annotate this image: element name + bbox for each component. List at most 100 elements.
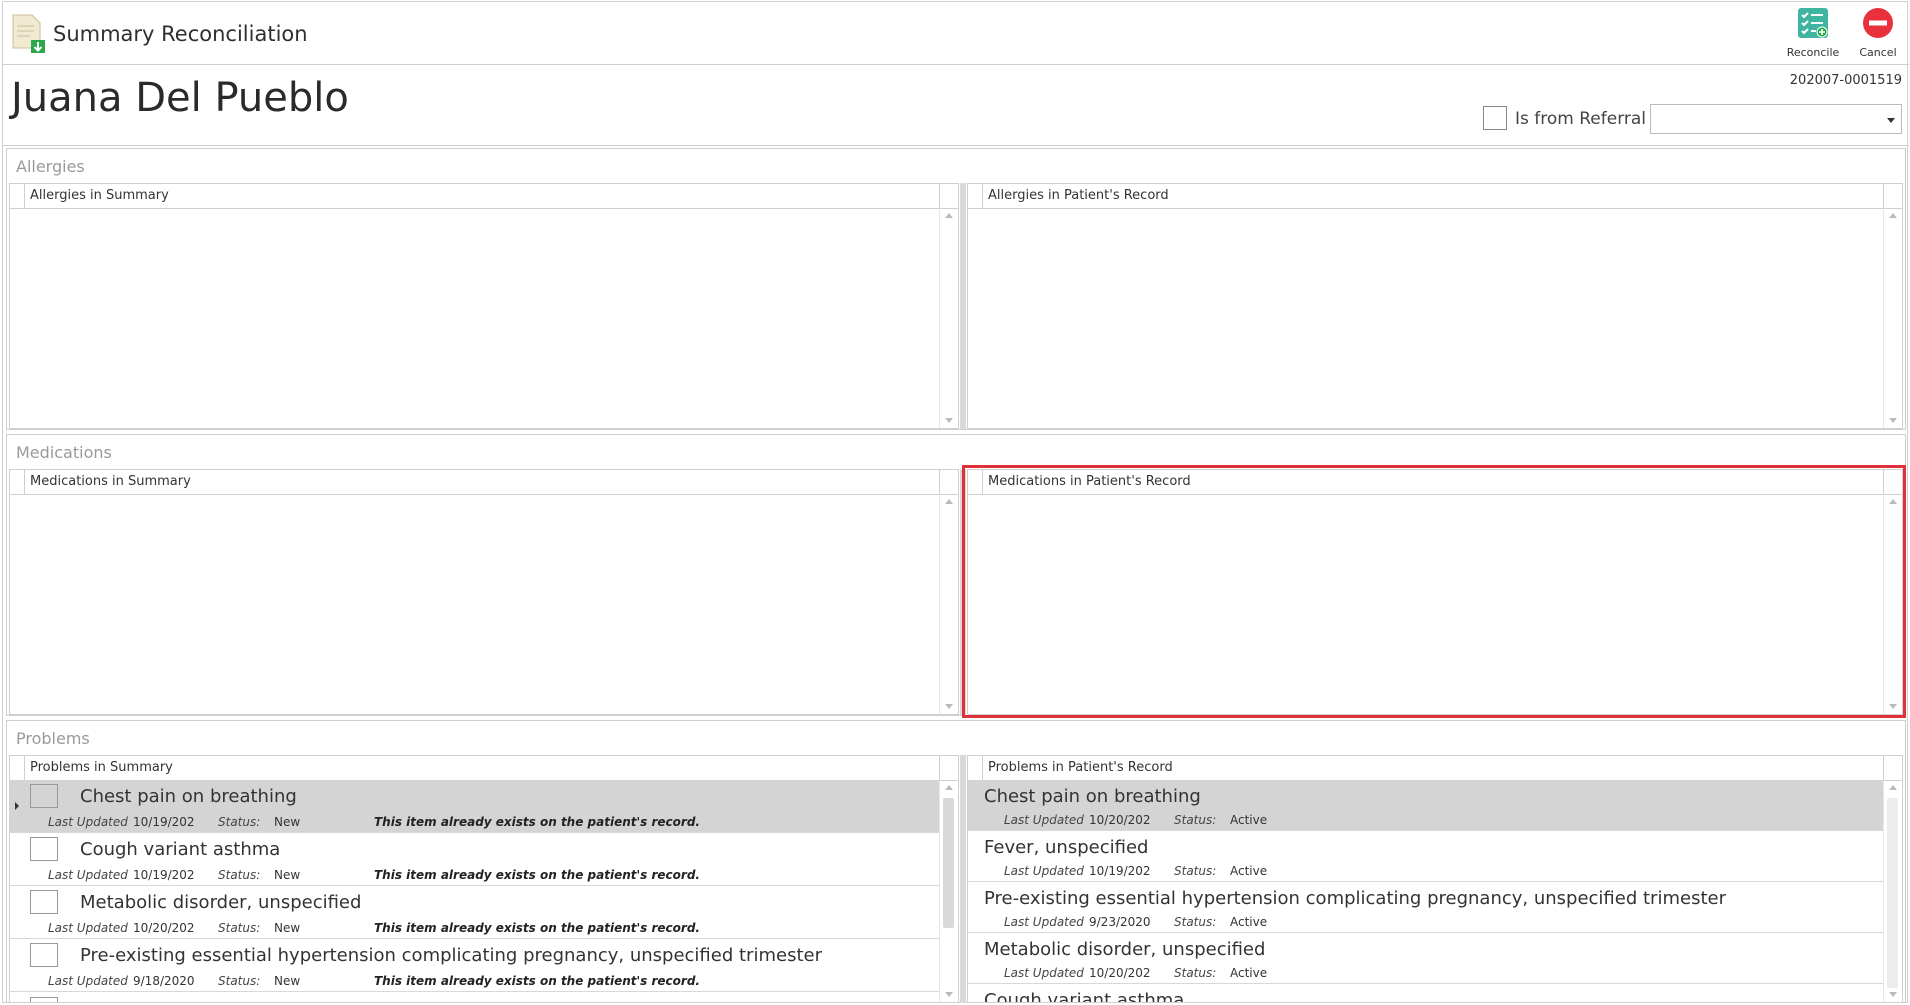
patient-header: Juana Del Pueblo 202007-0001519 Is from … [3, 65, 1909, 146]
allergies-record-grid[interactable]: Allergies in Patient's Record [967, 183, 1903, 429]
problem-select-checkbox[interactable] [30, 997, 58, 1002]
problem-summary-row[interactable]: Metabolic disorder, unspecified Last Upd… [10, 886, 940, 939]
status-value: New [274, 815, 301, 829]
problem-name: Metabolic disorder, unspecified [80, 892, 362, 913]
status-value: Active [1230, 966, 1268, 980]
duplicate-note: This item already exists on the patient'… [374, 974, 700, 988]
problem-select-checkbox[interactable] [30, 890, 58, 914]
problem-record-row-partial[interactable]: Cough variant asthma [968, 984, 1884, 1002]
vertical-scrollbar[interactable] [939, 494, 958, 714]
problem-record-row[interactable]: Fever, unspecified Last Updated 10/19/20… [968, 831, 1884, 882]
grid-corner [10, 470, 25, 494]
last-updated-value: 9/23/2020 [1089, 915, 1151, 929]
scroll-down-icon[interactable] [945, 992, 953, 997]
status-value: New [274, 974, 301, 988]
problems-summary-grid[interactable]: Problems in Summary Chest pain on breath… [9, 755, 959, 1003]
grid-corner [968, 470, 983, 494]
scroll-down-icon[interactable] [1889, 992, 1897, 997]
status-value: New [274, 868, 301, 882]
status-caption: Status: [218, 921, 261, 935]
grid-end-column [939, 184, 958, 208]
last-updated-value: 10/19/202 [133, 868, 195, 882]
last-updated-label: Last Updated [1004, 864, 1084, 878]
status-caption: Status: [1174, 915, 1217, 929]
problem-record-row[interactable]: Metabolic disorder, unspecified Last Upd… [968, 933, 1884, 984]
duplicate-note: This item already exists on the patient'… [374, 815, 700, 829]
medications-section-title: Medications [16, 443, 112, 462]
scroll-up-icon[interactable] [1889, 213, 1897, 218]
cancel-button[interactable]: Cancel [1847, 7, 1909, 61]
panel-splitter[interactable] [960, 183, 966, 429]
last-updated-label: Last Updated [48, 974, 128, 988]
grid-end-column [1883, 756, 1902, 780]
referral-dropdown[interactable] [1650, 104, 1902, 134]
grid-corner [10, 184, 25, 208]
vertical-scrollbar[interactable] [939, 208, 958, 428]
scrollbar-thumb[interactable] [1887, 798, 1898, 988]
problem-name: Chest pain on breathing [80, 786, 297, 807]
problem-summary-row-partial[interactable] [10, 992, 940, 1002]
problem-summary-row[interactable]: Pre-existing essential hypertension comp… [10, 939, 940, 992]
vertical-scrollbar[interactable] [939, 780, 958, 1002]
reconcile-label: Reconcile [1786, 46, 1840, 59]
scroll-down-icon[interactable] [945, 418, 953, 423]
patient-name: Juana Del Pueblo [11, 75, 349, 121]
last-updated-caption: Last Updated [1004, 813, 1084, 827]
vertical-scrollbar[interactable] [1883, 208, 1902, 428]
problem-summary-row[interactable]: Chest pain on breathing Last Updated 10/… [10, 780, 940, 833]
allergies-summary-grid[interactable]: Allergies in Summary [9, 183, 959, 429]
last-updated-label: Last Updated [48, 921, 128, 935]
vertical-scrollbar[interactable] [1883, 780, 1902, 1002]
problems-summary-rows: Chest pain on breathing Last Updated 10/… [10, 780, 940, 1002]
grid-corner [968, 184, 983, 208]
grid-end-column [1883, 184, 1902, 208]
scroll-up-icon[interactable] [1889, 785, 1897, 790]
scroll-down-icon[interactable] [945, 704, 953, 709]
medications-record-header: Medications in Patient's Record [988, 474, 1191, 489]
problems-record-header: Problems in Patient's Record [988, 760, 1173, 775]
allergies-section: Allergies Allergies in Summary Allergies… [6, 148, 1906, 430]
panel-splitter[interactable] [960, 469, 966, 715]
problems-section-title: Problems [16, 729, 90, 748]
scroll-up-icon[interactable] [945, 499, 953, 504]
vertical-scrollbar[interactable] [1883, 494, 1902, 714]
last-updated-label: Last Updated [48, 868, 128, 882]
referral-checkbox[interactable] [1483, 106, 1507, 130]
reconcile-button[interactable]: Reconcile [1782, 7, 1844, 61]
problem-summary-row[interactable]: Cough variant asthma Last Updated 10/19/… [10, 833, 940, 886]
problem-record-row[interactable]: Pre-existing essential hypertension comp… [968, 882, 1884, 933]
problem-select-checkbox[interactable] [30, 784, 58, 808]
status-value: Active [1230, 813, 1268, 827]
scroll-down-icon[interactable] [1889, 418, 1897, 423]
panel-splitter[interactable] [960, 755, 966, 1003]
last-updated-caption: Last Updated [48, 868, 128, 882]
medications-record-grid[interactable]: Medications in Patient's Record [967, 469, 1903, 715]
scrollbar-thumb[interactable] [943, 798, 954, 928]
problems-summary-header: Problems in Summary [30, 760, 173, 775]
status-caption: Status: [1174, 966, 1217, 980]
dropdown-arrow-icon [1887, 118, 1895, 123]
scroll-up-icon[interactable] [945, 213, 953, 218]
scroll-up-icon[interactable] [1889, 499, 1897, 504]
status-label: Status: [1174, 813, 1216, 827]
window-title: Summary Reconciliation [53, 22, 308, 46]
scroll-down-icon[interactable] [1889, 704, 1897, 709]
last-updated-caption: Last Updated [48, 974, 128, 988]
status-label: Status: [1174, 915, 1216, 929]
problems-record-grid[interactable]: Problems in Patient's Record Chest pain … [967, 755, 1903, 1003]
medications-summary-grid[interactable]: Medications in Summary [9, 469, 959, 715]
scroll-up-icon[interactable] [945, 785, 953, 790]
problem-name: Cough variant asthma [80, 839, 281, 860]
status-label: Status: [1174, 966, 1216, 980]
status-value: Active [1230, 864, 1268, 878]
document-import-icon [12, 14, 45, 53]
last-updated-value: 10/19/202 [133, 815, 195, 829]
problem-select-checkbox[interactable] [30, 837, 58, 861]
problem-record-row[interactable]: Chest pain on breathing Last Updated 10/… [968, 780, 1884, 831]
record-id: 202007-0001519 [1789, 73, 1902, 88]
problems-record-rows: Chest pain on breathing Last Updated 10/… [968, 780, 1884, 1002]
medications-summary-header: Medications in Summary [30, 474, 191, 489]
last-updated-caption: Last Updated [1004, 966, 1084, 980]
problems-section: Problems Problems in Summary Chest pain … [6, 720, 1906, 1003]
problem-select-checkbox[interactable] [30, 943, 58, 967]
